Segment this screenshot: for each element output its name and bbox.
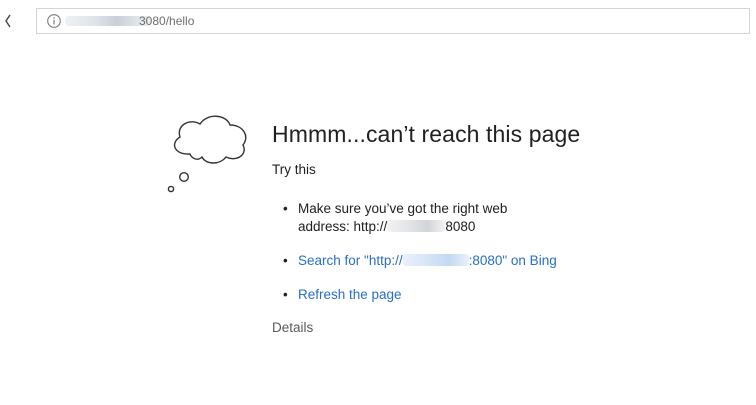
search-link-suffix: :8080" on Bing — [468, 253, 557, 268]
suggestion-text-line1: Make sure you’ve got the right web — [298, 201, 508, 216]
bullet: • — [283, 201, 288, 216]
redacted-host — [402, 254, 469, 266]
address-bar[interactable]: 3080/hello — [36, 8, 750, 34]
details-toggle[interactable]: Details — [272, 320, 732, 336]
browser-window: 3080/hello Hmmm...can’t reach this page … — [0, 0, 756, 405]
bullet: • — [283, 253, 288, 268]
list-item: • Search for "http:// :8080" on Bing — [272, 252, 732, 270]
list-item: • Make sure you’ve got the right web add… — [272, 200, 732, 236]
page-title: Hmmm...can’t reach this page — [272, 121, 581, 147]
bullet: • — [283, 287, 288, 302]
suggestion-list: • Make sure you’ve got the right web add… — [272, 200, 732, 304]
try-this-heading: Try this — [272, 162, 316, 177]
refresh-page-link[interactable]: Refresh the page — [298, 287, 402, 302]
search-on-bing-link[interactable]: Search for "http:// :8080" on Bing — [298, 253, 557, 268]
suggestion-text-line2-prefix: address: http:// — [298, 219, 388, 234]
redacted-host — [387, 220, 446, 232]
back-arrow-icon[interactable] — [4, 14, 12, 28]
suggestion-text-line2-suffix: 8080 — [445, 219, 476, 234]
error-content: Hmmm...can’t reach this page Try this • … — [272, 120, 732, 336]
list-item: • Refresh the page — [272, 286, 732, 304]
thought-cloud-icon — [167, 115, 247, 193]
info-icon[interactable] — [46, 13, 62, 29]
url-text[interactable]: 3080/hello — [139, 14, 194, 28]
search-link-prefix: Search for "http:// — [298, 253, 403, 268]
